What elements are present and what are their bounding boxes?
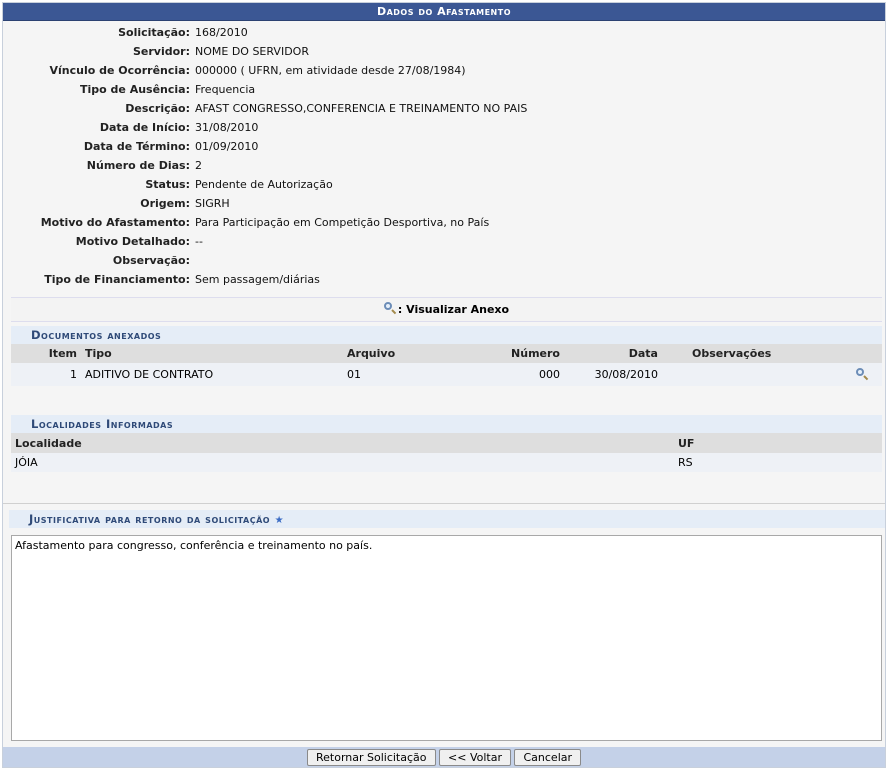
localidades-table: Localidade UF JÓIA RS	[11, 433, 882, 472]
detail-row: Descrição: AFAST CONGRESSO,CONFERENCIA E …	[3, 99, 885, 118]
detail-row: Solicitação: 168/2010	[3, 23, 885, 42]
detail-value: 000000 ( UFRN, em atividade desde 27/08/…	[195, 64, 466, 77]
detail-label: Tipo de Ausência:	[80, 83, 190, 96]
detail-label: Tipo de Financiamento:	[44, 273, 190, 286]
col-tipo: Tipo	[81, 344, 343, 363]
cell-tipo: ADITIVO DE CONTRATO	[81, 363, 343, 386]
detail-label: Número de Dias:	[86, 159, 190, 172]
detail-label: Observação:	[112, 254, 190, 267]
detail-value: 2	[195, 159, 202, 172]
col-numero: Número	[451, 344, 564, 363]
col-observacoes: Observações	[662, 344, 844, 363]
col-action	[844, 344, 882, 363]
documentos-anexados-title: Documentos anexados	[11, 326, 882, 344]
button-bar: Retornar Solicitação << Voltar Cancelar	[3, 747, 885, 767]
localidades-section: Localidades Informadas Localidade UF JÓI…	[11, 415, 882, 472]
detail-row: Status: Pendente de Autorização	[3, 175, 885, 194]
detail-value	[195, 251, 885, 270]
col-item: Item	[11, 344, 81, 363]
detail-row: Tipo de Ausência: Frequencia	[3, 80, 885, 99]
detail-label: Origem:	[140, 197, 190, 210]
cell-localidade: JÓIA	[11, 453, 674, 472]
detail-value: Pendente de Autorização	[195, 178, 333, 191]
col-uf: UF	[674, 433, 882, 453]
visualizar-anexo-link[interactable]: : Visualizar Anexo	[11, 297, 882, 322]
documentos-anexados-section: Documentos anexados Item Tipo Arquivo Nú…	[11, 326, 882, 386]
detail-row: Vínculo de Ocorrência: 000000 ( UFRN, em …	[3, 61, 885, 80]
detail-row: Origem: SIGRH	[3, 194, 885, 213]
cell-uf: RS	[674, 453, 882, 472]
detail-value: 31/08/2010	[195, 121, 259, 134]
detail-value: Frequencia	[195, 83, 256, 96]
justificativa-section: Justificativa para retorno da solicitaçã…	[9, 510, 885, 528]
justificativa-title: Justificativa para retorno da solicitaçã…	[9, 510, 885, 528]
detail-value: Sem passagem/diárias	[195, 273, 320, 286]
cancelar-button[interactable]: Cancelar	[514, 749, 582, 766]
required-star-icon: ★	[274, 515, 285, 526]
detail-value: Para Participação em Competição Desporti…	[195, 216, 490, 229]
table-row: 1 ADITIVO DE CONTRATO 01 000 30/08/2010	[11, 363, 882, 386]
panel-caption: Dados do Afastamento	[3, 3, 885, 21]
cell-observacoes	[662, 363, 844, 386]
detail-row: Observação:	[3, 251, 885, 270]
details-list: Solicitação: 168/2010 Servidor: NOME DO SE…	[3, 23, 885, 289]
detail-value: --	[195, 235, 203, 248]
cell-item: 1	[11, 363, 81, 386]
detail-row: Motivo do Afastamento: Para Participação …	[3, 213, 885, 232]
detail-label: Descrição:	[125, 102, 190, 115]
justificativa-textarea[interactable]: Afastamento para congresso, conferência …	[11, 535, 882, 741]
documentos-table: Item Tipo Arquivo Número Data Observaçõe…	[11, 344, 882, 386]
col-data: Data	[564, 344, 662, 363]
detail-value: NOME DO SERVIDOR	[195, 45, 309, 58]
detail-value: 168/2010	[195, 26, 248, 39]
detail-row: Servidor: NOME DO SERVIDOR	[3, 42, 885, 61]
cell-numero: 000	[451, 363, 564, 386]
detail-label: Status:	[145, 178, 190, 191]
visualizar-anexo-label: : Visualizar Anexo	[397, 303, 510, 316]
table-row: JÓIA RS	[11, 453, 882, 472]
cell-data: 30/08/2010	[564, 363, 662, 386]
voltar-button[interactable]: << Voltar	[439, 749, 511, 766]
afastamento-panel: Dados do Afastamento Solicitação: 168/201…	[2, 2, 886, 768]
detail-label: Vínculo de Ocorrência:	[49, 64, 190, 77]
detail-row: Tipo de Financiamento: Sem passagem/diári…	[3, 270, 885, 289]
col-arquivo: Arquivo	[343, 344, 451, 363]
view-document-button[interactable]	[844, 363, 882, 386]
cell-arquivo: 01	[343, 363, 451, 386]
detail-label: Motivo do Afastamento:	[40, 216, 190, 229]
divider	[3, 503, 885, 504]
detail-row: Data de Início: 31/08/2010	[3, 118, 885, 137]
magnifier-icon	[856, 367, 869, 381]
detail-label: Data de Término:	[83, 140, 190, 153]
detail-row: Motivo Detalhado: --	[3, 232, 885, 251]
detail-value: SIGRH	[195, 197, 230, 210]
magnifier-icon	[383, 302, 397, 315]
detail-label: Data de Início:	[99, 121, 190, 134]
detail-label: Motivo Detalhado:	[75, 235, 190, 248]
detail-label: Solicitação:	[118, 26, 190, 39]
retornar-solicitacao-button[interactable]: Retornar Solicitação	[306, 749, 436, 766]
localidades-title: Localidades Informadas	[11, 415, 882, 433]
col-localidade: Localidade	[11, 433, 674, 453]
detail-value: 01/09/2010	[195, 140, 259, 153]
detail-row: Número de Dias: 2	[3, 156, 885, 175]
detail-label: Servidor:	[132, 45, 190, 58]
detail-row: Data de Término: 01/09/2010	[3, 137, 885, 156]
justificativa-title-text: Justificativa para retorno da solicitaçã…	[29, 512, 271, 526]
detail-value: AFAST CONGRESSO,CONFERENCIA E TREINAMENT…	[195, 102, 528, 115]
